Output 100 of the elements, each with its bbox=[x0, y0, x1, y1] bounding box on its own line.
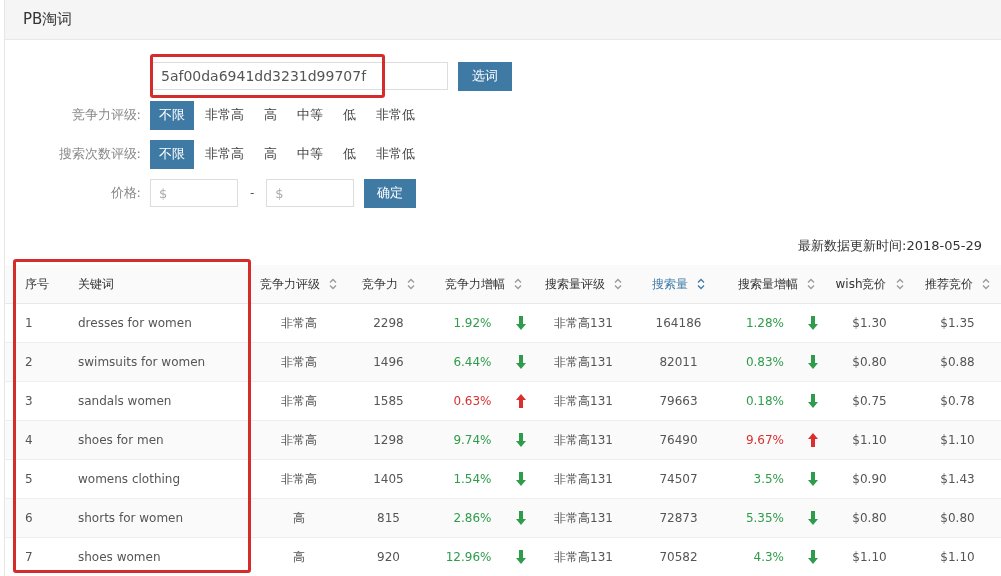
table-cell: 非常高131 bbox=[554, 315, 613, 330]
table-cell: 2 bbox=[25, 355, 33, 369]
table-cell: 非常高 bbox=[280, 471, 317, 486]
table-cell: $1.43 bbox=[940, 472, 975, 486]
column-header[interactable]: 竞争力 bbox=[362, 275, 398, 293]
table-cell: $0.80 bbox=[852, 511, 887, 525]
keyword-cell: dresses for women bbox=[78, 316, 192, 330]
sort-icon[interactable] bbox=[806, 278, 815, 290]
table-cell: 1585 bbox=[373, 394, 404, 408]
column-header[interactable]: 关键词 bbox=[78, 275, 114, 293]
table-cell: $0.80 bbox=[852, 355, 887, 369]
table-cell: 非常高131 bbox=[554, 393, 613, 408]
min-price-field[interactable]: $ bbox=[150, 179, 238, 207]
filter-option[interactable]: 不限 bbox=[150, 100, 194, 130]
change-percent: 1.28% bbox=[744, 316, 784, 330]
column-header[interactable]: 搜索量 bbox=[652, 275, 688, 293]
filter-option[interactable]: 中等 bbox=[288, 139, 332, 169]
table-cell: 非常高 bbox=[280, 354, 317, 369]
filter-option[interactable]: 非常高 bbox=[196, 100, 253, 130]
sort-icon[interactable] bbox=[514, 278, 522, 290]
table-cell: 79663 bbox=[659, 394, 698, 408]
table-cell: 76490 bbox=[659, 433, 698, 447]
keyword-cell: shoes for men bbox=[78, 433, 164, 447]
table-cell: $0.88 bbox=[940, 355, 975, 369]
filter-option[interactable]: 非常低 bbox=[367, 100, 424, 130]
select-words-button[interactable]: 选词 bbox=[458, 61, 512, 91]
range-separator: - bbox=[250, 186, 255, 200]
table-cell: 4 bbox=[25, 433, 33, 447]
table-cell: 6 bbox=[25, 511, 33, 525]
update-time: 最新数据更新时间:2018-05-29 bbox=[798, 238, 982, 253]
table-cell: 920 bbox=[377, 550, 400, 564]
table-cell: $1.10 bbox=[940, 433, 975, 447]
table-cell: $1.10 bbox=[852, 550, 887, 564]
table-cell: 5 bbox=[25, 472, 33, 486]
filter-option[interactable]: 低 bbox=[334, 100, 365, 130]
table-cell: 1298 bbox=[373, 433, 404, 447]
sort-icon[interactable] bbox=[329, 278, 337, 290]
filter-option[interactable]: 非常低 bbox=[367, 139, 424, 169]
table-cell: $0.78 bbox=[940, 394, 975, 408]
table-cell: $0.75 bbox=[852, 394, 887, 408]
table-cell: $0.80 bbox=[940, 511, 975, 525]
table-cell: 非常高131 bbox=[554, 549, 613, 564]
table-cell: 非常高131 bbox=[554, 510, 613, 525]
sort-icon[interactable] bbox=[982, 278, 990, 290]
keyword-cell: womens clothing bbox=[78, 472, 181, 486]
filter-option[interactable]: 高 bbox=[255, 139, 286, 169]
filter-label: 搜索次数评级: bbox=[57, 145, 142, 163]
table-cell: $1.35 bbox=[940, 316, 975, 330]
keyword-cell: shorts for women bbox=[78, 511, 184, 525]
filter-label: 竞争力评级: bbox=[70, 106, 142, 124]
filter-option[interactable]: 不限 bbox=[150, 139, 194, 169]
price-label: 价格: bbox=[109, 184, 142, 202]
filter-option[interactable]: 中等 bbox=[288, 100, 332, 130]
keyword-cell: swimsuits for women bbox=[78, 355, 206, 369]
change-percent: 3.5% bbox=[752, 472, 784, 486]
table-cell: 1 bbox=[25, 316, 33, 330]
change-percent: 1.92% bbox=[452, 316, 492, 330]
table-cell: 70582 bbox=[659, 550, 698, 564]
table-cell: 3 bbox=[25, 394, 33, 408]
max-price-field[interactable]: $ bbox=[266, 179, 355, 207]
filter-option[interactable]: 低 bbox=[334, 139, 365, 169]
change-percent: 2.86% bbox=[452, 511, 492, 525]
table-cell: 非常高 bbox=[280, 315, 317, 330]
table-cell: $0.90 bbox=[852, 472, 887, 486]
change-percent: 9.67% bbox=[744, 433, 784, 447]
table-cell: 高 bbox=[292, 549, 305, 564]
change-percent: 9.74% bbox=[452, 433, 492, 447]
change-percent: 4.3% bbox=[752, 550, 784, 564]
table-cell: 74507 bbox=[659, 472, 698, 486]
table-cell: 非常高131 bbox=[554, 471, 613, 486]
change-percent: 12.96% bbox=[444, 550, 492, 564]
table-cell: $1.10 bbox=[852, 433, 887, 447]
sort-icon[interactable] bbox=[697, 278, 705, 290]
table-cell: 非常高 bbox=[280, 432, 317, 447]
search-field[interactable]: 5af00da6941dd3231d99707f bbox=[150, 62, 448, 90]
change-percent: 5.35% bbox=[744, 511, 784, 525]
table-cell: 非常高 bbox=[280, 393, 317, 408]
table-cell: 815 bbox=[377, 511, 400, 525]
change-percent: 6.44% bbox=[452, 355, 492, 369]
filter-option[interactable]: 非常高 bbox=[196, 139, 253, 169]
table-cell: 2298 bbox=[373, 316, 404, 330]
table-cell: 非常高131 bbox=[554, 354, 613, 369]
change-percent: 0.63% bbox=[452, 394, 492, 408]
table-cell: 1496 bbox=[373, 355, 404, 369]
table-cell: 7 bbox=[25, 550, 33, 564]
table-cell: 72873 bbox=[659, 511, 698, 525]
sort-icon[interactable] bbox=[614, 278, 622, 290]
table-cell: $1.10 bbox=[940, 550, 975, 564]
change-percent: 0.83% bbox=[744, 355, 784, 369]
confirm-button[interactable]: 确定 bbox=[364, 178, 417, 208]
sort-icon[interactable] bbox=[407, 278, 415, 290]
page-title: PB淘词 bbox=[23, 10, 73, 29]
column-header[interactable]: 序号 bbox=[25, 275, 49, 293]
table-cell: 非常高131 bbox=[554, 432, 613, 447]
table-cell: 82011 bbox=[659, 355, 698, 369]
filter-option[interactable]: 高 bbox=[255, 100, 286, 130]
sort-icon[interactable] bbox=[895, 278, 904, 290]
table-cell: 1405 bbox=[373, 472, 404, 486]
table-cell: $1.30 bbox=[852, 316, 887, 330]
keyword-cell: sandals women bbox=[78, 394, 172, 408]
